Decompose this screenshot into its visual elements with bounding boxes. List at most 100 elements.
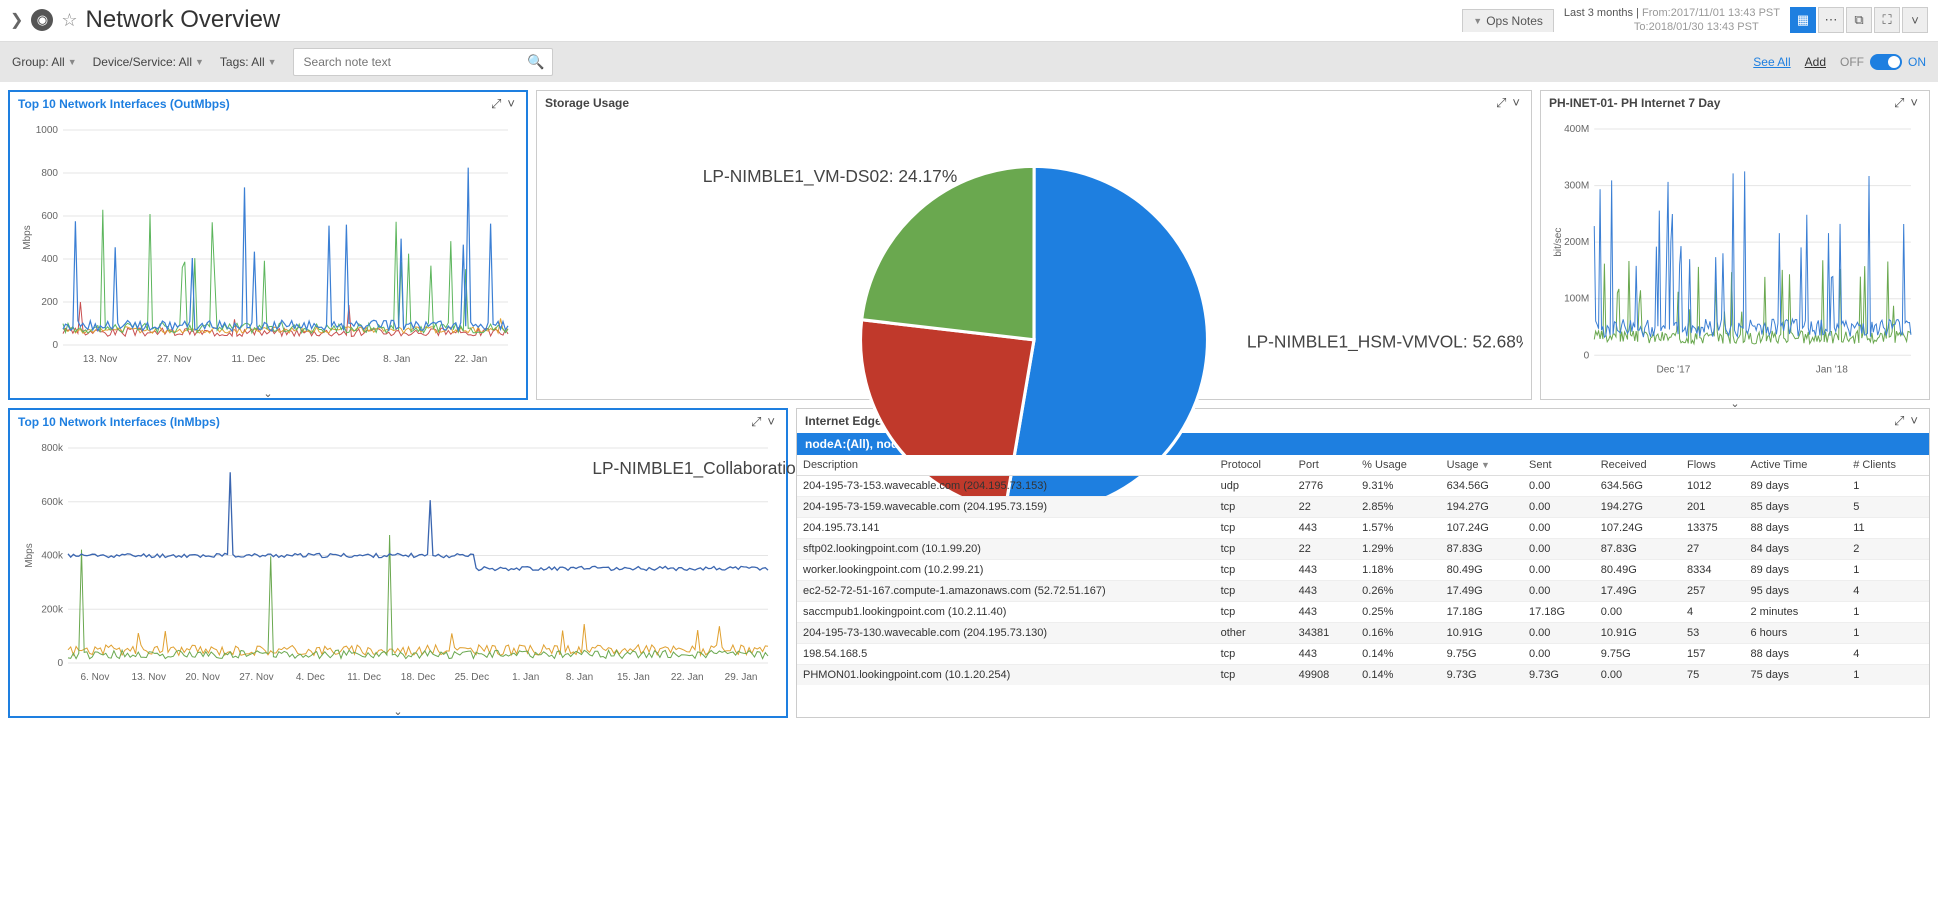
collapse-sidebar-icon[interactable]: ❯	[10, 10, 23, 30]
svg-text:LP-NIMBLE1_HSM-VMVOL: 52.68%: LP-NIMBLE1_HSM-VMVOL: 52.68%	[1247, 331, 1523, 351]
svg-text:bit/sec: bit/sec	[1553, 227, 1564, 256]
calendar-button[interactable]: ▦	[1790, 7, 1816, 33]
column-header[interactable]: Sent	[1523, 455, 1595, 476]
caret-down-icon: ▼	[1473, 16, 1482, 26]
table-row[interactable]: 204-195-73-130.wavecable.com (204.195.73…	[797, 622, 1929, 643]
column-header[interactable]: # Clients	[1847, 455, 1929, 476]
widget-in-mbps: Top 10 Network Interfaces (InMbps) ⤢ ˅ 0…	[8, 408, 788, 718]
widget-menu-icon[interactable]: ˅	[1509, 95, 1523, 110]
table-row[interactable]: worker.lookingpoint.com (10.2.99.21)tcp4…	[797, 559, 1929, 580]
svg-text:1. Jan: 1. Jan	[512, 672, 539, 683]
svg-text:200M: 200M	[1564, 237, 1589, 248]
table-row[interactable]: 198.54.168.5tcp4430.14%9.75G0.009.75G157…	[797, 643, 1929, 664]
svg-text:13. Nov: 13. Nov	[132, 672, 166, 683]
column-header[interactable]: Description	[797, 455, 1215, 476]
svg-text:4. Dec: 4. Dec	[296, 672, 325, 683]
table-row[interactable]: sftp02.lookingpoint.com (10.1.99.20)tcp2…	[797, 538, 1929, 559]
tags-filter[interactable]: Tags: All▼	[220, 55, 277, 69]
out-mbps-chart: 02004006008001000Mbps13. Nov27. Nov11. D…	[18, 120, 518, 370]
widget-title: PH-INET-01- PH Internet 7 Day	[1549, 96, 1891, 110]
ops-notes-toggle[interactable]: OFF ON	[1840, 54, 1926, 70]
filter-bar: Group: All▼ Device/Service: All▼ Tags: A…	[0, 42, 1938, 82]
toggle-switch[interactable]	[1870, 54, 1902, 70]
svg-text:18. Dec: 18. Dec	[401, 672, 435, 683]
expand-icon[interactable]: ⤢	[1891, 95, 1907, 111]
column-header[interactable]: % Usage	[1356, 455, 1440, 476]
table-row[interactable]: 204-195-73-153.wavecable.com (204.195.73…	[797, 475, 1929, 496]
expand-icon[interactable]: ⤢	[488, 96, 504, 112]
caret-down-icon: ▼	[68, 57, 77, 67]
svg-text:27. Nov: 27. Nov	[157, 354, 191, 365]
column-header[interactable]: Received	[1595, 455, 1681, 476]
svg-text:300M: 300M	[1564, 180, 1589, 191]
svg-text:400M: 400M	[1564, 124, 1589, 135]
svg-text:400k: 400k	[41, 550, 64, 561]
widget-title: Storage Usage	[545, 96, 1493, 110]
table-row[interactable]: saccmpub1.lookingpoint.com (10.2.11.40)t…	[797, 601, 1929, 622]
dashboard-grid: Top 10 Network Interfaces (OutMbps) ⤢ ˅ …	[0, 82, 1938, 734]
column-header[interactable]: Port	[1293, 455, 1357, 476]
widget-top-talkers: Internet Edge - Top Talkers ⤢ ˅ nodeA:(A…	[796, 408, 1930, 718]
see-all-link[interactable]: See All	[1753, 55, 1790, 69]
table-row[interactable]: ec2-52-72-51-167.compute-1.amazonaws.com…	[797, 580, 1929, 601]
expand-icon[interactable]: ⤢	[1891, 413, 1907, 429]
svg-text:200: 200	[41, 297, 58, 308]
svg-text:800: 800	[41, 168, 58, 179]
dashboard-icon: ◉	[31, 9, 53, 31]
time-range-display[interactable]: Last 3 months | From:2017/11/01 13:43 PS…	[1556, 6, 1788, 35]
svg-text:27. Nov: 27. Nov	[239, 672, 273, 683]
widget-expand-legend[interactable]: ⌄	[10, 386, 526, 401]
svg-text:11. Dec: 11. Dec	[232, 354, 266, 365]
search-icon[interactable]: 🔍	[527, 53, 544, 70]
add-link[interactable]: Add	[1805, 55, 1826, 69]
widget-menu-icon[interactable]: ˅	[1907, 95, 1921, 110]
svg-text:0: 0	[52, 340, 58, 351]
table-row[interactable]: PHMON01.lookingpoint.com (10.1.20.254)tc…	[797, 664, 1929, 685]
expand-icon[interactable]: ⤢	[1493, 95, 1509, 111]
svg-text:800k: 800k	[41, 443, 64, 454]
svg-text:Mbps: Mbps	[24, 543, 35, 567]
in-mbps-chart: 0200k400k600k800kMbps6. Nov13. Nov20. No…	[18, 438, 778, 688]
svg-text:0: 0	[57, 658, 63, 669]
svg-text:13. Nov: 13. Nov	[83, 354, 117, 365]
group-filter[interactable]: Group: All▼	[12, 55, 77, 69]
caret-down-icon: ▼	[195, 57, 204, 67]
svg-text:Jan '18: Jan '18	[1816, 364, 1848, 375]
widget-menu-icon[interactable]: ˅	[1907, 413, 1921, 428]
svg-text:200k: 200k	[41, 604, 64, 615]
column-header[interactable]: Protocol	[1215, 455, 1293, 476]
ops-notes-tab[interactable]: ▼ Ops Notes	[1462, 9, 1554, 32]
table-row[interactable]: 204-195-73-159.wavecable.com (204.195.73…	[797, 496, 1929, 517]
widget-expand-legend[interactable]: ⌄	[10, 704, 786, 719]
clone-button[interactable]: ⧉	[1846, 7, 1872, 33]
svg-text:11. Dec: 11. Dec	[347, 672, 381, 683]
svg-text:29. Jan: 29. Jan	[725, 672, 758, 683]
svg-text:0: 0	[1584, 350, 1590, 361]
dropdown-button[interactable]: ˅	[1902, 7, 1928, 33]
search-wrap: 🔍	[293, 48, 553, 76]
svg-text:100M: 100M	[1564, 293, 1589, 304]
more-options-button[interactable]: ⋯	[1818, 7, 1844, 33]
widget-internet-7day: PH-INET-01- PH Internet 7 Day ⤢ ˅ 0 100M 2…	[1540, 90, 1930, 400]
caret-down-icon: ▼	[268, 57, 277, 67]
svg-text:Mbps: Mbps	[22, 225, 33, 249]
favorite-star-icon[interactable]: ☆	[61, 10, 77, 31]
device-filter[interactable]: Device/Service: All▼	[93, 55, 204, 69]
widget-storage-usage: Storage Usage ⤢ ˅ LP-NIMBLE1_VM-DS02: 24…	[536, 90, 1532, 400]
column-header[interactable]: Usage	[1441, 455, 1523, 476]
svg-text:20. Nov: 20. Nov	[185, 672, 219, 683]
inet-7day-chart: 0100M200M300M400Mbit/secDec '17Jan '18	[1549, 119, 1921, 380]
widget-out-mbps: Top 10 Network Interfaces (OutMbps) ⤢ ˅ …	[8, 90, 528, 400]
search-input[interactable]	[293, 48, 553, 76]
column-header[interactable]: Active Time	[1745, 455, 1848, 476]
widget-title: Top 10 Network Interfaces (OutMbps)	[18, 97, 488, 111]
svg-text:8. Jan: 8. Jan	[383, 354, 410, 365]
svg-text:15. Jan: 15. Jan	[617, 672, 650, 683]
svg-text:25. Dec: 25. Dec	[455, 672, 489, 683]
widget-menu-icon[interactable]: ˅	[504, 96, 518, 111]
svg-text:400: 400	[41, 254, 58, 265]
table-row[interactable]: 204.195.73.141tcp4431.57%107.24G0.00107.…	[797, 517, 1929, 538]
column-header[interactable]: Flows	[1681, 455, 1745, 476]
svg-text:LP-NIMBLE1_VM-DS02: 24.17%: LP-NIMBLE1_VM-DS02: 24.17%	[703, 166, 958, 186]
fullscreen-button[interactable]: ⛶	[1874, 7, 1900, 33]
